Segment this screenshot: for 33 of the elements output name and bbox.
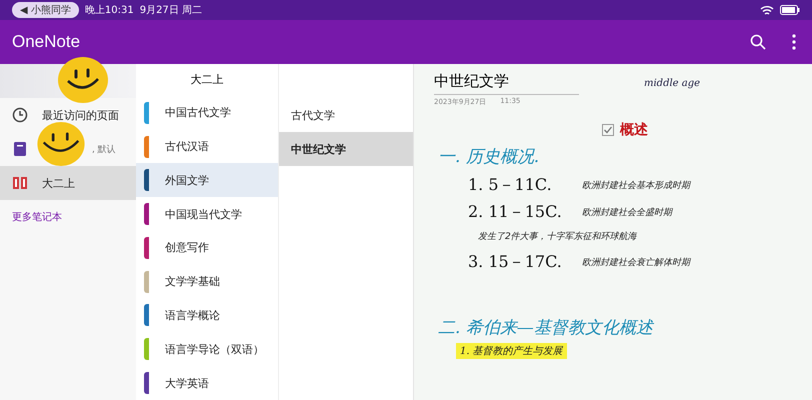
- page-item[interactable]: 古代文学: [279, 98, 413, 132]
- page-item[interactable]: 中世纪文学: [279, 132, 413, 166]
- handwritten-item: 2. 11－15C.: [468, 202, 563, 223]
- section-item[interactable]: 外国文学: [136, 163, 278, 198]
- note-comment: 欧洲封建社会全盛时期: [582, 206, 672, 219]
- todo-label: 概述: [620, 121, 648, 139]
- section-item[interactable]: 语言学导论（双语）: [136, 332, 278, 366]
- section-item[interactable]: 创意写作: [136, 231, 278, 265]
- handwritten-item: 1. 5－11C.: [468, 175, 553, 196]
- page-title: 中世纪文学: [434, 72, 579, 95]
- section-item[interactable]: 语言学概论: [136, 298, 278, 332]
- note-comment: 发生了2件大事，十字军东征和环球航海: [478, 230, 638, 243]
- notebook-nav-item[interactable]: 大二上: [0, 166, 136, 200]
- status-date: 9月27日 周二: [140, 4, 202, 17]
- handwritten-item: 3. 15－17C.: [468, 252, 563, 273]
- notebook-nav-item[interactable]: , 默认: [0, 132, 136, 166]
- note-comment: 欧洲封建社会基本形成时期: [582, 180, 690, 192]
- handwritten-note: middle age: [644, 78, 700, 89]
- more-notebooks-link[interactable]: 更多笔记本: [0, 200, 136, 234]
- section-item[interactable]: 中国现当代文学: [136, 197, 278, 231]
- note-comment: 欧洲封建社会衰亡解体时期: [582, 256, 690, 269]
- handwritten-heading: 一. 历史概况.: [438, 146, 540, 168]
- notebook-name: 大二上: [190, 72, 224, 88]
- section-item[interactable]: 中国古代文学: [136, 96, 278, 130]
- app-title: OneNote: [12, 32, 80, 52]
- section-item[interactable]: 文学学基础: [136, 264, 278, 299]
- highlighted-note: 1. 基督教的产生与发展: [456, 343, 567, 359]
- handwritten-heading: 二. 希伯来—基督教文化概述: [438, 317, 656, 339]
- section-item[interactable]: 大学英语: [136, 366, 278, 400]
- back-to-app-chip[interactable]: ◀ 小熊同学: [12, 2, 79, 18]
- section-item[interactable]: 古代汉语: [136, 130, 278, 164]
- status-time: 晚上10:31: [84, 4, 134, 17]
- notebook-nav-item[interactable]: 最近访问的页面: [0, 98, 136, 132]
